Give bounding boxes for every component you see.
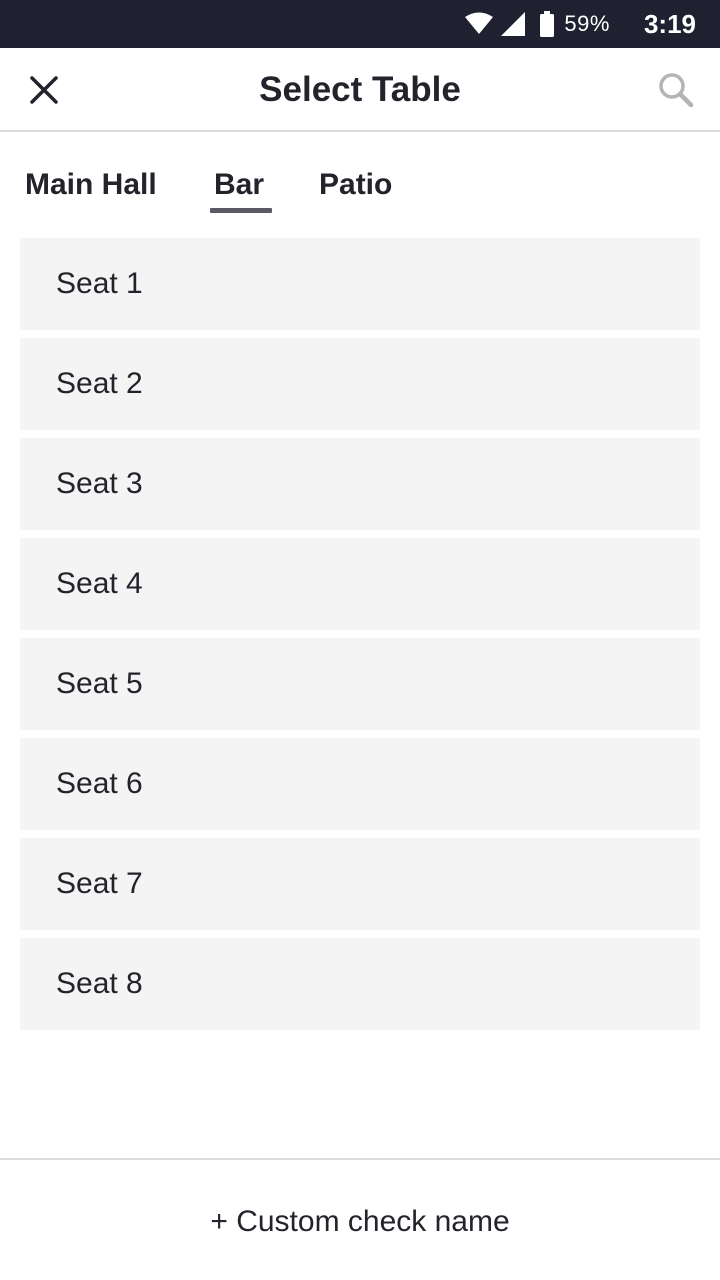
seat-row[interactable]: Seat 4: [20, 538, 700, 630]
seat-label: Seat 4: [56, 567, 143, 600]
tab-main-hall[interactable]: Main Hall: [25, 160, 157, 214]
footer: + Custom check name: [0, 1158, 720, 1280]
tab-patio[interactable]: Patio: [319, 160, 392, 214]
close-icon: [30, 76, 58, 104]
seat-label: Seat 8: [56, 967, 143, 1000]
clock: 3:19: [643, 8, 696, 39]
seat-row[interactable]: Seat 2: [20, 338, 700, 430]
seat-label: Seat 6: [56, 767, 143, 800]
seat-row[interactable]: Seat 3: [20, 438, 700, 530]
seat-row[interactable]: Seat 6: [20, 738, 700, 830]
app-bar: Select Table: [0, 48, 720, 132]
seat-list: Seat 1 Seat 2 Seat 3 Seat 4 Seat 5 Seat …: [20, 238, 700, 1038]
close-button[interactable]: [22, 68, 66, 112]
seat-label: Seat 1: [56, 267, 143, 300]
battery-icon: [540, 11, 555, 37]
seat-label: Seat 3: [56, 467, 143, 500]
search-button[interactable]: [654, 68, 698, 112]
signal-icon: [501, 12, 526, 36]
seat-row[interactable]: Seat 8: [20, 938, 700, 1030]
seat-row[interactable]: Seat 5: [20, 638, 700, 730]
location-tabs: Main Hall Bar Patio: [0, 150, 720, 216]
search-icon: [659, 73, 694, 108]
tab-bar[interactable]: Bar: [214, 160, 264, 214]
page-title: Select Table: [259, 70, 461, 109]
status-bar: 59% 3:19: [0, 0, 720, 48]
seat-row[interactable]: Seat 1: [20, 238, 700, 330]
wifi-icon: [465, 12, 494, 34]
seat-label: Seat 2: [56, 367, 143, 400]
battery-percent: 59%: [564, 11, 610, 36]
custom-check-name-button[interactable]: + Custom check name: [0, 1180, 720, 1264]
seat-row[interactable]: Seat 7: [20, 838, 700, 930]
seat-label: Seat 7: [56, 867, 143, 900]
selected-tab-indicator: [210, 208, 272, 213]
seat-label: Seat 5: [56, 667, 143, 700]
